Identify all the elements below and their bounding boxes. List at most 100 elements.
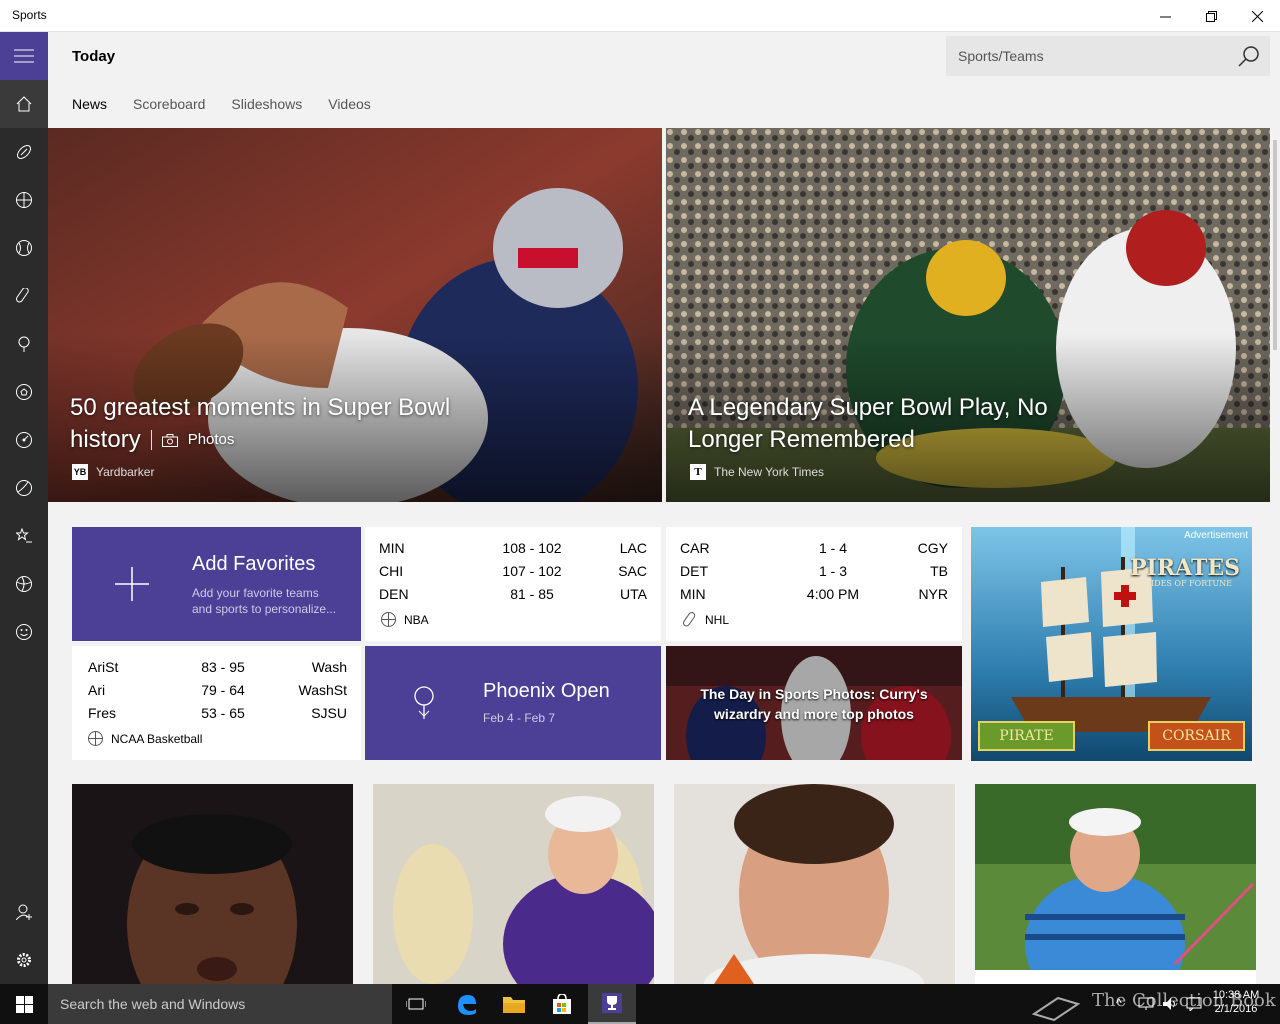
task-view-icon [406,998,426,1010]
lsu-coach-photo [373,784,654,984]
camera-icon [161,433,178,447]
minimize-button[interactable] [1142,0,1188,32]
story-thumbnail[interactable] [975,784,1256,984]
nav-home[interactable] [0,80,48,128]
ad-tagline: TIDES OF FORTUNE [1145,579,1232,588]
nav-tennis[interactable] [0,464,48,512]
story-thumbnail[interactable] [674,784,955,984]
nhl-scores-tile[interactable]: CAR 1 - 4 CGY DET 1 - 3 TB MIN 4:00 PM NYR NHL [666,527,962,641]
golf-icon [414,686,434,719]
add-favorites-title: Add Favorites [192,553,316,575]
task-view-button[interactable] [392,984,440,1024]
store-bag-icon [553,994,571,1014]
nav-hockey[interactable] [0,272,48,320]
league-label: NBA [381,612,429,627]
window-title: Sports [12,8,47,22]
gear-icon [17,953,31,967]
page-title: Today [72,48,116,65]
add-favorites-subtitle: Add your favorite teams and sports to pe… [192,586,337,616]
hero-source-2: T The New York Times [690,464,824,480]
score-row: DET 1 - 3 TB [680,563,948,579]
phoenix-open-tile[interactable]: Phoenix Open Feb 4 - Feb 7 [365,646,661,760]
nav-football[interactable] [0,128,48,176]
volume-icon[interactable] [1162,997,1178,1011]
nav-soccer[interactable] [0,368,48,416]
basketball-icon [88,731,103,746]
basketball-icon [16,192,32,208]
golf-icon [18,336,30,352]
hamburger-menu-button[interactable] [0,32,48,80]
nav-golf[interactable] [0,320,48,368]
nav-account[interactable] [0,888,48,936]
advertisement-tile[interactable]: Advertisement PIRATES TIDES OF FORTUNE P… [971,527,1252,761]
title-bar: Sports [0,0,1280,32]
sports-ball-icon [16,576,32,592]
search-icon[interactable] [1238,45,1260,67]
nav-more-sports[interactable] [0,560,48,608]
book-watermark-icon [1031,996,1081,1022]
minimize-icon [1159,16,1171,17]
windows-taskbar: Search the web and Windows The Collectio… [0,984,1280,1024]
tab-scoreboard[interactable]: Scoreboard [133,96,205,112]
sports-app-button[interactable] [588,984,636,1024]
trophy-icon [602,993,622,1013]
close-icon [1251,10,1263,22]
nav-sidebar [0,32,48,984]
story-thumbnail[interactable] [373,784,654,984]
nav-settings[interactable] [0,936,48,984]
tournament-title: Phoenix Open [483,680,610,702]
day-in-sports-photos-tile[interactable]: The Day in Sports Photos: Curry's wizard… [666,646,962,760]
search-input[interactable]: Sports/Teams [958,48,1044,64]
nav-fantasy[interactable] [0,608,48,656]
score-row: Fres 53 - 65 SJSU [88,705,347,721]
score-row: CHI 107 - 102 SAC [379,563,647,579]
hero-story-superbowl-moments[interactable]: 50 greatest moments in Super Bowl histor… [48,128,662,502]
restore-button[interactable] [1188,0,1234,32]
network-icon[interactable] [1138,997,1154,1011]
action-center-icon[interactable] [1186,997,1202,1011]
nav-favorites[interactable] [0,512,48,560]
basketball-player-photo [72,784,353,984]
tab-news[interactable]: News [72,96,107,112]
score-row: CAR 1 - 4 CGY [680,540,948,556]
football-player-photo [674,784,955,984]
start-button[interactable] [0,984,48,1024]
store-button[interactable] [538,984,586,1024]
ad-brand: PIRATES [1129,555,1240,581]
baseball-icon [16,240,32,256]
ncaa-scores-tile[interactable]: AriSt 83 - 95 Wash Ari 79 - 64 WashSt Fres 53… [72,646,361,760]
hamburger-icon [14,49,34,63]
scrollbar-thumb[interactable] [1273,140,1277,350]
yardbarker-logo: YB [72,464,88,480]
close-button[interactable] [1234,0,1280,32]
ad-corsair-button[interactable]: CORSAIR [1149,722,1244,750]
taskbar-search-input[interactable]: Search the web and Windows [60,996,245,1012]
tray-chevron-icon[interactable]: ^ [1116,996,1122,1010]
edge-browser-icon [458,995,476,1015]
add-favorites-tile[interactable]: Add Favorites Add your favorite teams an… [72,527,361,641]
hero-story-legendary-play[interactable]: A Legendary Super Bowl Play, No Longer R… [666,128,1270,502]
nba-scores-tile[interactable]: MIN 108 - 102 LAC CHI 107 - 102 SAC DEN 81 - … [365,527,661,641]
racing-icon [16,432,32,448]
nyt-logo: T [690,464,706,480]
tab-videos[interactable]: Videos [328,96,371,112]
add-user-icon [16,904,32,920]
clock[interactable]: 10:38 AM 2/1/2016 [1212,988,1260,1016]
taskbar-search[interactable]: Search the web and Windows [48,984,392,1024]
score-row: MIN 108 - 102 LAC [379,540,647,556]
golfer-photo [975,784,1256,984]
main-content: Today Sports/Teams News Scoreboard Slide… [48,32,1280,984]
nav-basketball[interactable] [0,176,48,224]
page-header: Today Sports/Teams News Scoreboard Slide… [48,32,1280,128]
search-box[interactable]: Sports/Teams [946,36,1270,76]
vertical-scrollbar[interactable] [1270,128,1280,984]
ad-pirate-button[interactable]: PIRATE [979,722,1074,750]
tab-slideshows[interactable]: Slideshows [231,96,302,112]
nav-racing[interactable] [0,416,48,464]
file-explorer-button[interactable] [490,984,538,1024]
star-list-icon [16,528,32,543]
edge-button[interactable] [442,984,490,1024]
story-thumbnail[interactable] [72,784,353,984]
nav-baseball[interactable] [0,224,48,272]
score-row: DEN 81 - 85 UTA [379,586,647,602]
